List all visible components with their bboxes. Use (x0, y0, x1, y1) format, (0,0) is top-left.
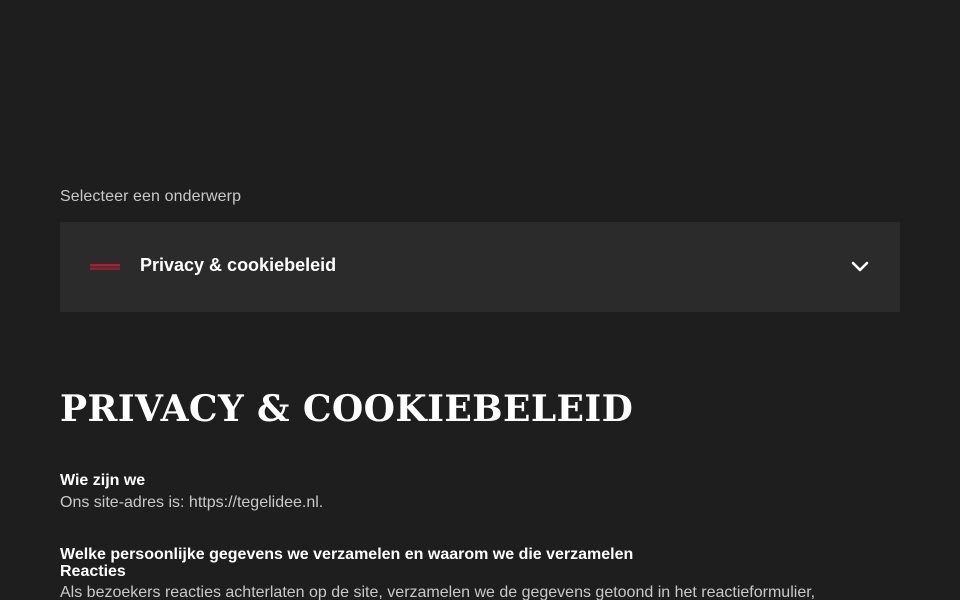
page-title: PRIVACY & COOKIEBELEID (60, 388, 634, 430)
flag-icon (90, 264, 120, 270)
chevron-down-icon[interactable] (850, 258, 870, 276)
topic-select-value: Privacy & cookiebeleid (140, 255, 337, 275)
section-text-site-address: Ons site-adres is: https://tegelidee.nl. (60, 494, 324, 511)
topic-select-dropdown[interactable]: Privacy & cookiebeleid (60, 222, 900, 312)
section-subheading-reacties: Reacties (60, 563, 126, 580)
section-heading-personal-data: Welke persoonlijke gegevens we verzamele… (60, 546, 634, 563)
section-text-reacties: Als bezoekers reacties achterlaten op de… (60, 584, 816, 600)
section-heading-who-we-are: Wie zijn we (60, 472, 146, 489)
privacy-page: Selecteer een onderwerp Privacy & cookie… (0, 0, 960, 600)
topic-selector-label: Selecteer een onderwerp (60, 188, 242, 205)
